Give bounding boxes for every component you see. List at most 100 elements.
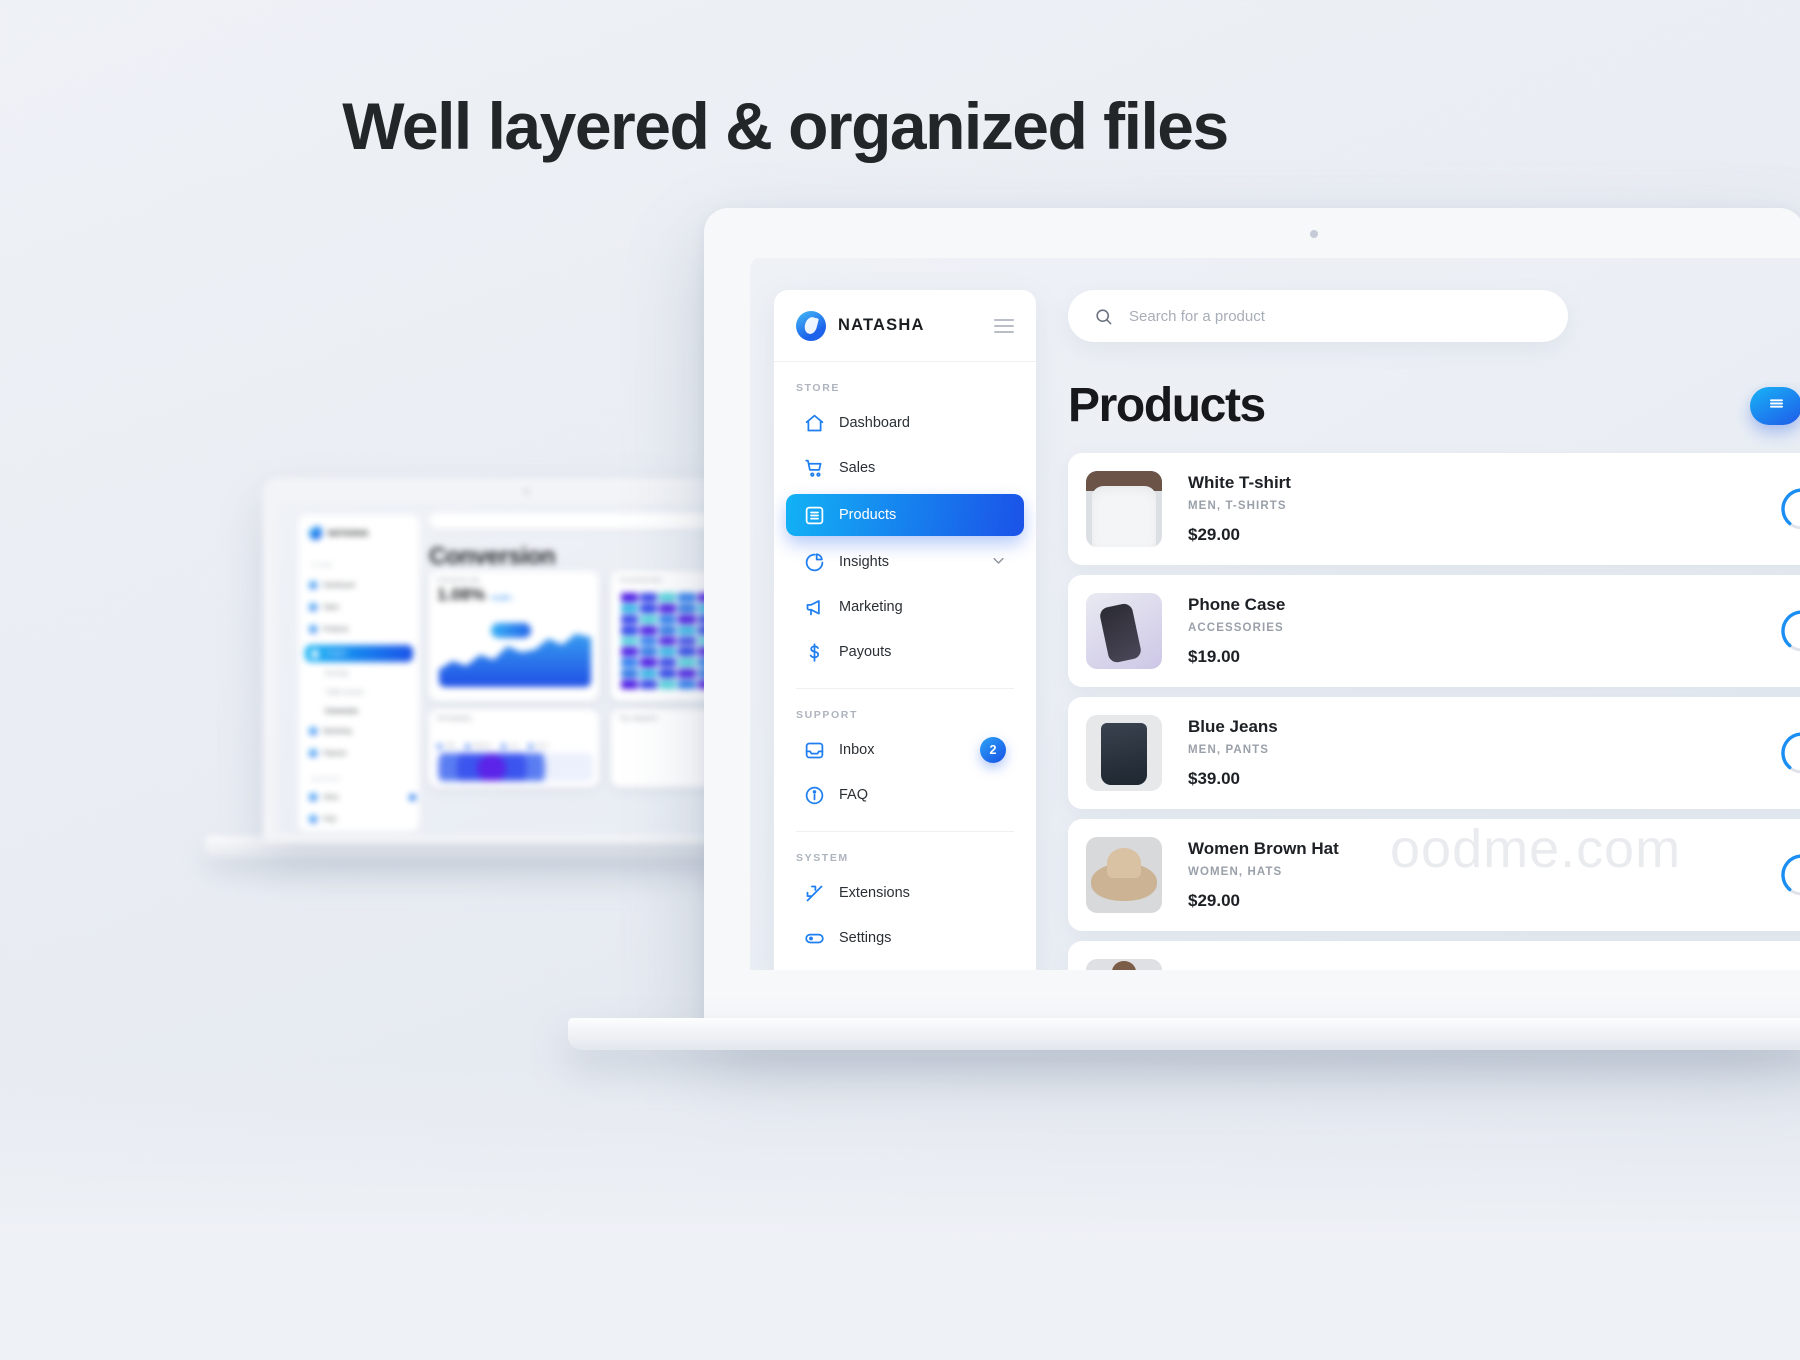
product-rating: 4.2REVIEWS [1780,609,1800,653]
laptop-camera-dot [1310,230,1318,238]
view-toggle[interactable] [1746,382,1800,429]
laptop-lid: NATASHA STORE Dashboard Sales Products I… [704,208,1800,1028]
search-input[interactable] [1129,307,1542,325]
product-card[interactable]: Grey SweatshirtWOMEN, SWEATSHIRTS4.2 [1068,941,1800,970]
background-density-map [437,753,593,781]
sidebar-item-label: Payouts [839,644,892,660]
sidebar-item-label: Sales [839,460,876,476]
water-drop-icon [796,310,826,341]
pie-chart-icon [311,649,319,658]
hamburger-menu-icon[interactable] [994,318,1014,333]
main-content: Products [1068,290,1800,970]
heatmap-cell [678,603,696,613]
product-category: MEN, T-SHIRTS [1188,500,1287,512]
sidebar-header: NATASHA [774,290,1036,362]
heatmap-cell [640,625,658,635]
heatmap-cell [659,647,677,657]
product-card[interactable]: Women Brown Hat WOMEN, HATS $29.00 4.2REVIE… [1068,819,1800,931]
brand-logo[interactable]: NATASHA [796,310,994,341]
background-card-demography: Demography High Medium Low None [429,709,599,787]
product-category: MEN, PANTS [1188,744,1270,756]
product-info: Women Brown Hat WOMEN, HATS $29.00 [1188,839,1339,911]
background-item-sales: Sales [309,603,339,611]
sidebar-item-label: Insights [839,554,889,570]
search-bar[interactable] [1068,290,1568,342]
product-thumbnail [1086,471,1162,547]
list-box-icon [309,625,317,633]
sidebar-group-store: STORE Dashboard Sales Products Insights … [774,362,1036,672]
product-name: Blue Jeans [1188,717,1278,736]
background-sub-conversion: Conversion [325,709,359,715]
heatmap-cell [659,669,677,679]
product-thumbnail [1086,593,1162,669]
sidebar-item-go-premium[interactable]: Go premium [792,963,1018,970]
heatmap-cell [678,593,696,602]
product-price: $29.00 [1188,525,1240,544]
inbox-badge: 2 [980,737,1006,763]
dollar-icon [309,749,317,757]
product-card[interactable]: Phone Case ACCESSORIES $19.00 4.2REVIEWS [1068,575,1800,687]
heatmap-cell [640,603,658,613]
sidebar-item-settings[interactable]: Settings [792,918,1018,958]
heatmap-cell [659,680,677,689]
search-icon [1094,307,1113,326]
sidebar-item-dashboard[interactable]: Dashboard [792,403,1018,443]
heatmap-cell [640,647,658,657]
info-circle-icon [309,815,317,823]
rating-ring-icon [1781,488,1800,530]
heatmap-cell [659,614,677,624]
product-card[interactable]: White T-shirt MEN, T-SHIRTS $29.00 4.2REVIE… [1068,453,1800,565]
heatmap-cell [678,680,696,689]
background-item-products: Products [309,625,349,633]
product-thumbnail [1086,837,1162,913]
heatmap-cell [640,593,658,602]
sidebar-group-label-support: SUPPORT [796,709,858,721]
shopping-cart-icon [804,458,825,479]
sidebar-item-marketing[interactable]: Marketing [792,587,1018,627]
heatmap-cell [659,636,677,646]
list-view-icon[interactable] [1750,386,1800,425]
chevron-down-icon[interactable] [991,553,1006,572]
sidebar-item-label: Inbox [839,742,875,758]
background-sub-earnings: Earnings [325,671,349,677]
heatmap-cell [659,603,677,613]
heatmap-cell [640,658,658,668]
background-card-delta: +0.22% ↑ [489,596,516,602]
sidebar-item-insights[interactable]: Insights [792,542,1018,582]
inbox-icon [804,740,825,761]
background-legend: High Medium Low None [437,743,548,749]
background-item-insights: Insights [305,645,413,662]
background-item-dashboard: Dashboard [309,581,355,589]
heatmap-cell [621,647,639,657]
background-card-value: 1.08% +0.22% ↑ [437,585,516,604]
sidebar-item-extensions[interactable]: Extensions [792,873,1018,913]
sidebar-item-sales[interactable]: Sales [792,448,1018,488]
heatmap-cell [678,658,696,668]
rating-ring-icon [1781,854,1800,896]
brand-name: NATASHA [838,316,925,334]
product-rating: 4.2REVIEWS [1780,853,1800,897]
sidebar-item-faq[interactable]: FAQ [792,775,1018,815]
product-category: WOMEN, HATS [1188,866,1283,878]
surface-gradient [0,1060,1800,1360]
legend-none: None [528,743,548,749]
heatmap-cell [640,614,658,624]
megaphone-icon [309,727,317,735]
list-box-icon [804,505,825,526]
background-section-store: STORE [311,563,334,569]
product-name: Phone Case [1188,595,1286,614]
sidebar-item-inbox[interactable]: Inbox 2 [792,730,1018,770]
sidebar-item-payouts[interactable]: Payouts [792,632,1018,672]
rating-ring-icon [1781,610,1800,652]
sidebar-item-label: Settings [839,930,892,946]
page-title: Products [1068,379,1266,432]
water-drop-icon [307,525,324,542]
sidebar-item-products[interactable]: Products [786,494,1024,536]
product-list: White T-shirt MEN, T-SHIRTS $29.00 4.2REVIE… [1068,453,1800,970]
product-card[interactable]: Blue Jeans MEN, PANTS $39.00 4.2REVIEWS [1068,697,1800,809]
product-rating: 4.2REVIEWS [1780,731,1800,775]
heatmap-cell [621,658,639,668]
sidebar-item-label: Dashboard [839,415,910,431]
background-brand: NATASHA [307,525,369,542]
heatmap-cell [640,669,658,679]
